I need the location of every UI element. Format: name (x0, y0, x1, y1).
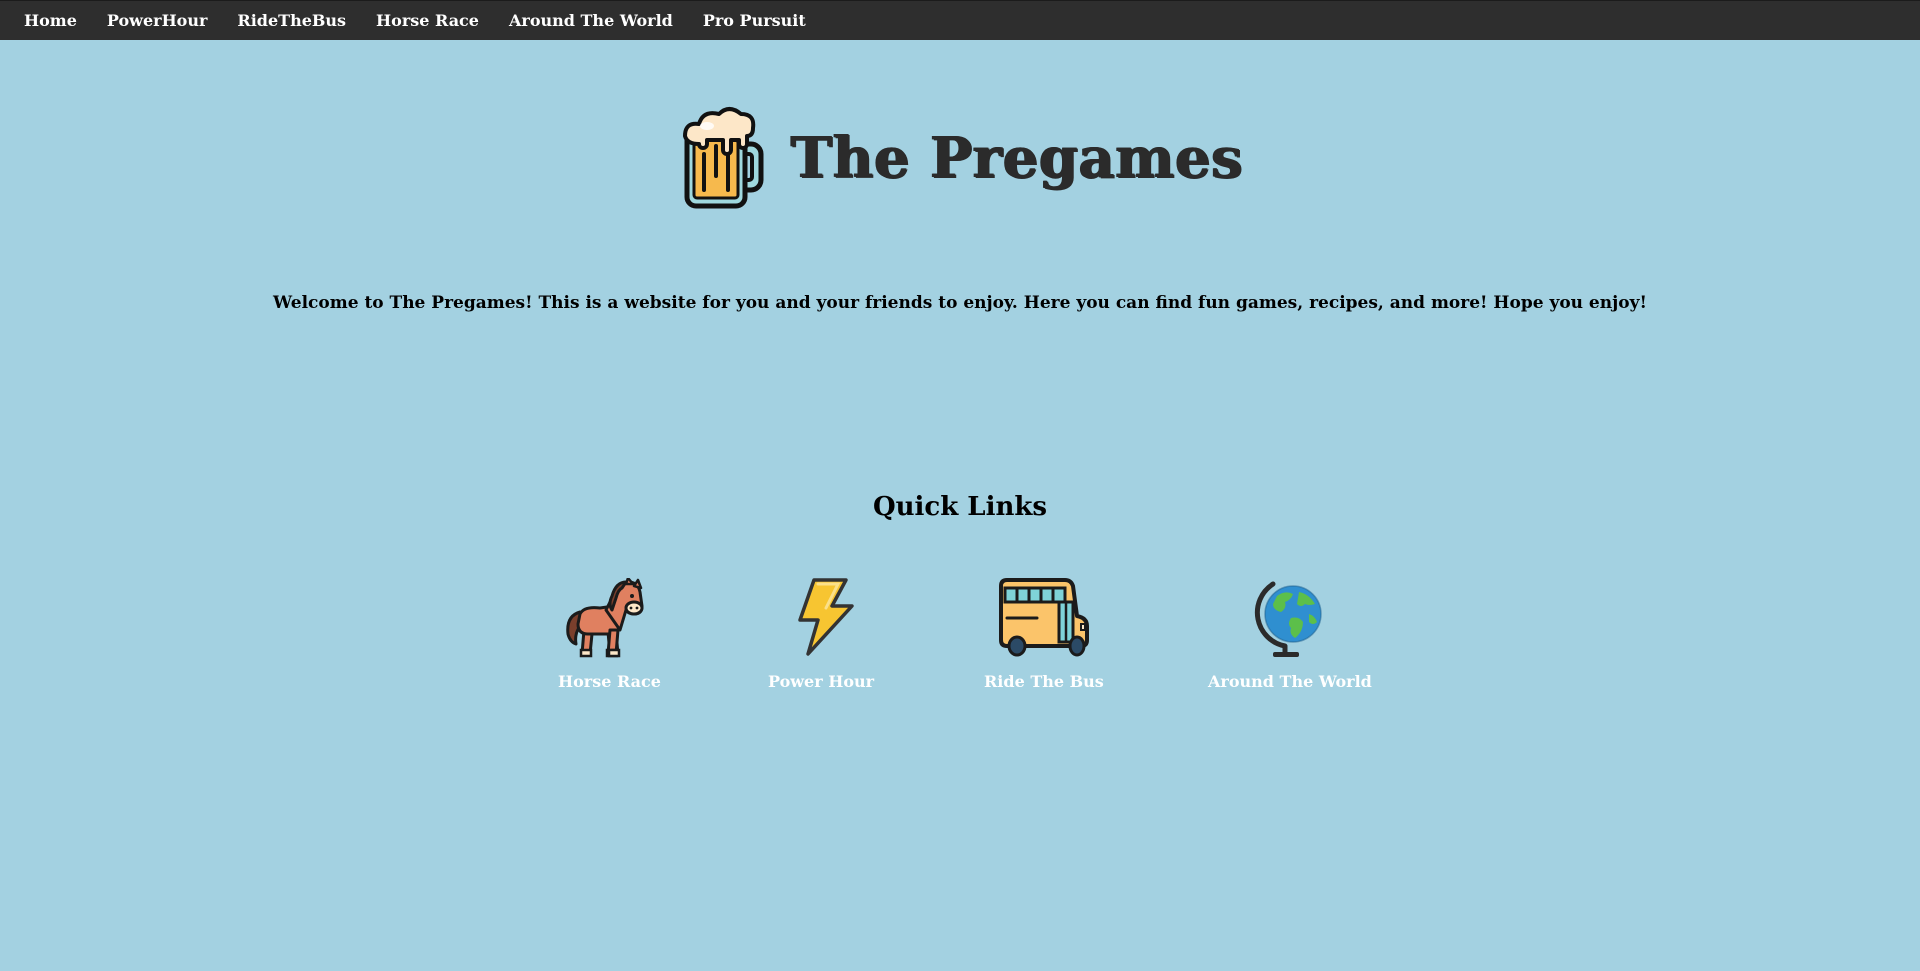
beer-mug-icon (682, 107, 764, 209)
welcome-message: Welcome to The Pregames! This is a websi… (273, 293, 1647, 313)
quick-link-around-the-world[interactable]: Around The World (1208, 578, 1372, 691)
nav-link-powerhour[interactable]: PowerHour (107, 11, 208, 30)
nav-link-horse-race[interactable]: Horse Race (376, 11, 479, 30)
top-navbar: Home PowerHour RideTheBus Horse Race Aro… (0, 0, 1920, 40)
quick-link-label: Around The World (1208, 672, 1372, 691)
site-title: The Pregames (790, 125, 1244, 191)
quick-link-label: Power Hour (768, 672, 875, 691)
nav-link-around-the-world[interactable]: Around The World (509, 11, 673, 30)
bus-icon (998, 578, 1089, 657)
lightning-bolt-icon (798, 578, 854, 656)
quick-link-label: Ride The Bus (984, 672, 1104, 691)
quick-links-heading: Quick Links (872, 492, 1048, 522)
quick-link-power-hour[interactable]: Power Hour (768, 578, 874, 691)
nav-link-home[interactable]: Home (24, 11, 77, 30)
nav-link-pro-pursuit[interactable]: Pro Pursuit (703, 11, 806, 30)
hero-header: The Pregames (0, 106, 1920, 210)
quick-link-horse-race[interactable]: Horse Race (558, 578, 661, 691)
horse-icon (566, 578, 644, 658)
globe-icon (1254, 581, 1322, 657)
quick-link-label: Horse Race (558, 672, 661, 691)
quick-link-ride-the-bus[interactable]: Ride The Bus (984, 578, 1104, 691)
nav-link-ridethebus[interactable]: RideTheBus (237, 11, 346, 30)
